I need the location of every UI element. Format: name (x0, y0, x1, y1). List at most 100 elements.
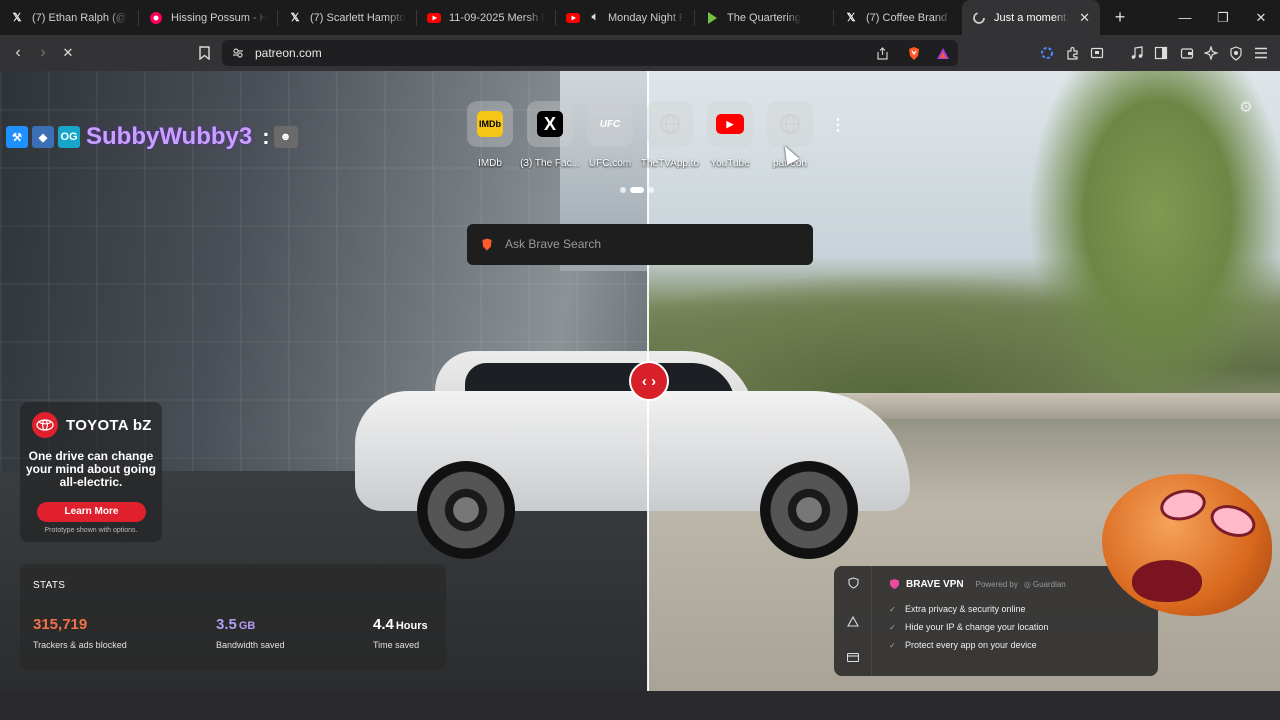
leo-ai-icon[interactable] (1199, 41, 1223, 65)
tab-title: (7) Scarlett Hampton (310, 11, 406, 24)
customize-gear-icon[interactable]: ⚙ (1237, 98, 1255, 116)
stat-time-unit: Hours (395, 620, 428, 632)
gem-badge-icon: ◆ (32, 126, 54, 148)
tab-title: Just a moment... (994, 11, 1070, 24)
x-icon: 𝕏 (12, 12, 22, 24)
extensions-icon[interactable] (1061, 41, 1085, 65)
brave-search-box[interactable] (467, 224, 813, 265)
vpn-feature: ✓ Hide your IP & change your location (888, 622, 1048, 632)
vpn-powered-by: Powered by (975, 579, 1018, 589)
learn-more-button[interactable]: Learn More (37, 502, 146, 522)
stat-trackers-value: 315,719 (33, 616, 88, 633)
stop-button[interactable]: ✕ (56, 41, 80, 65)
share-icon[interactable] (870, 41, 894, 65)
check-icon: ✓ (889, 622, 896, 632)
stat-bandwidth-value: 3.5 (216, 616, 237, 633)
imdb-icon: IMDb (477, 111, 503, 137)
loading-icon (972, 11, 986, 25)
brave-rewards-icon[interactable] (931, 41, 955, 65)
search-input[interactable] (505, 234, 795, 254)
x-icon: X (537, 111, 563, 137)
vpn-feature: ✓ Protect every app on your device (888, 640, 1036, 650)
chat-separator: : (262, 124, 270, 149)
card-icon[interactable] (846, 650, 860, 664)
top-site-ufc[interactable]: UFC UFC.com (580, 101, 640, 171)
tab-title: (7) Coffee Brand Coff (866, 11, 952, 24)
media-controls-icon[interactable] (1125, 41, 1149, 65)
tab-monday-night[interactable]: 🔈︎ Monday Night PC (556, 0, 694, 35)
tab-the-quartering[interactable]: The Quartering (695, 0, 833, 35)
brave-shields-icon[interactable] (902, 41, 926, 65)
vpn-partner: Guardian (1032, 579, 1066, 589)
vpn-title: BRAVE VPN (906, 578, 964, 590)
promo-brand-name: TOYOTA bZ (66, 416, 152, 434)
forward-button[interactable]: › (31, 41, 55, 65)
chat-username: SubbyWubby3 (86, 123, 253, 150)
car-wheel-front (760, 461, 858, 559)
tab-just-a-moment[interactable]: Just a moment... ✕ (962, 0, 1100, 35)
brave-lion-icon (480, 237, 494, 251)
check-icon: ✓ (889, 640, 896, 650)
toolbar: ‹ › ✕ patreon.com (0, 35, 1280, 71)
vpn-feature-text: Extra privacy & security online (905, 604, 1026, 614)
screenshot-icon[interactable] (1085, 41, 1109, 65)
menu-icon[interactable] (1249, 41, 1273, 65)
stat-trackers-caption: Trackers & ads blocked (33, 640, 127, 650)
new-tab-button[interactable]: + (1106, 7, 1134, 28)
pagination-dot[interactable] (648, 187, 654, 193)
tab-scarlett-hampton[interactable]: 𝕏 (7) Scarlett Hampton (278, 0, 416, 35)
sidebar-icon[interactable] (1149, 41, 1173, 65)
tab-title: Hissing Possum - Hun (171, 11, 267, 24)
vpn-logo-icon (888, 578, 900, 590)
back-button[interactable]: ‹ (6, 41, 30, 65)
top-sites-pagination (620, 187, 654, 193)
vpn-icon[interactable] (1224, 41, 1248, 65)
top-site-youtube[interactable]: ▶ YouTube (700, 101, 760, 171)
background-tree (1028, 71, 1280, 411)
vpn-header: BRAVE VPN Powered by ◎ Guardian (888, 578, 1066, 590)
speaker-icon[interactable]: 🔈︎ (588, 11, 602, 25)
youtube-icon (427, 11, 441, 25)
youtube-icon: ▶ (716, 114, 744, 134)
top-site-the-facebook[interactable]: X (3) The Fac... (520, 101, 580, 171)
pagination-dot[interactable] (620, 187, 626, 193)
emote-overlay (1098, 468, 1276, 620)
og-badge: OG (58, 126, 80, 148)
pagination-dot-active[interactable] (630, 187, 644, 193)
top-site-tile: UFC (587, 101, 633, 147)
url-text: patreon.com (255, 46, 322, 60)
comparison-slider-handle[interactable]: ‹ › (629, 361, 669, 401)
site-info-icon[interactable] (226, 41, 250, 65)
top-sites-more-icon[interactable]: ⋮ (830, 115, 846, 135)
extension-wallet-icon[interactable] (1035, 41, 1059, 65)
tab-ethan-ralph[interactable]: 𝕏 (7) Ethan Ralph (@The (0, 0, 138, 35)
guardian-logo-icon: ◎ (1023, 579, 1031, 589)
promo-fine-print: Prototype shown with options. (44, 527, 138, 534)
globe-icon (657, 111, 683, 137)
close-tab-icon[interactable]: ✕ (1079, 10, 1090, 26)
chat-overlay: ⚒ ◆ OG SubbyWubby3 : ☻ (6, 123, 298, 151)
vpn-feature: ✓ Extra privacy & security online (888, 604, 1026, 614)
top-site-thetvapp[interactable]: TheTVApp.to (640, 101, 700, 171)
top-sites: IMDb IMDb X (3) The Fac... UFC UFC.com T… (466, 101, 813, 171)
stat-time-value: 4.4 (373, 616, 394, 633)
top-site-tile (647, 101, 693, 147)
warning-icon[interactable] (846, 614, 860, 628)
tab-hissing-possum[interactable]: Hissing Possum - Hun (139, 0, 277, 35)
stat-bandwidth: 3.5 GB Bandwidth saved (216, 616, 285, 650)
emote-icon: ☻ (273, 126, 298, 148)
address-bar[interactable]: patreon.com (222, 40, 958, 66)
bookmark-icon[interactable] (192, 41, 216, 65)
check-icon: ✓ (889, 604, 896, 614)
close-window-button[interactable]: ✕ (1238, 0, 1280, 35)
tab-title: (7) Ethan Ralph (@The (32, 11, 128, 24)
new-tab-page: ‹ › ⚒ ◆ OG SubbyWubby3 : ☻ IMDb IMDb X (… (0, 71, 1280, 691)
promo-tagline: One drive can change your mind about goi… (26, 449, 156, 489)
tab-coffee-brand[interactable]: 𝕏 (7) Coffee Brand Coff (834, 0, 962, 35)
tab-mersh[interactable]: 11-09-2025 Mersh F* (417, 0, 555, 35)
wallet-icon[interactable] (1175, 41, 1199, 65)
rumble-icon (705, 11, 719, 25)
bottom-bar (0, 691, 1280, 720)
shield-icon[interactable] (846, 576, 860, 590)
top-site-imdb[interactable]: IMDb IMDb (460, 101, 520, 171)
